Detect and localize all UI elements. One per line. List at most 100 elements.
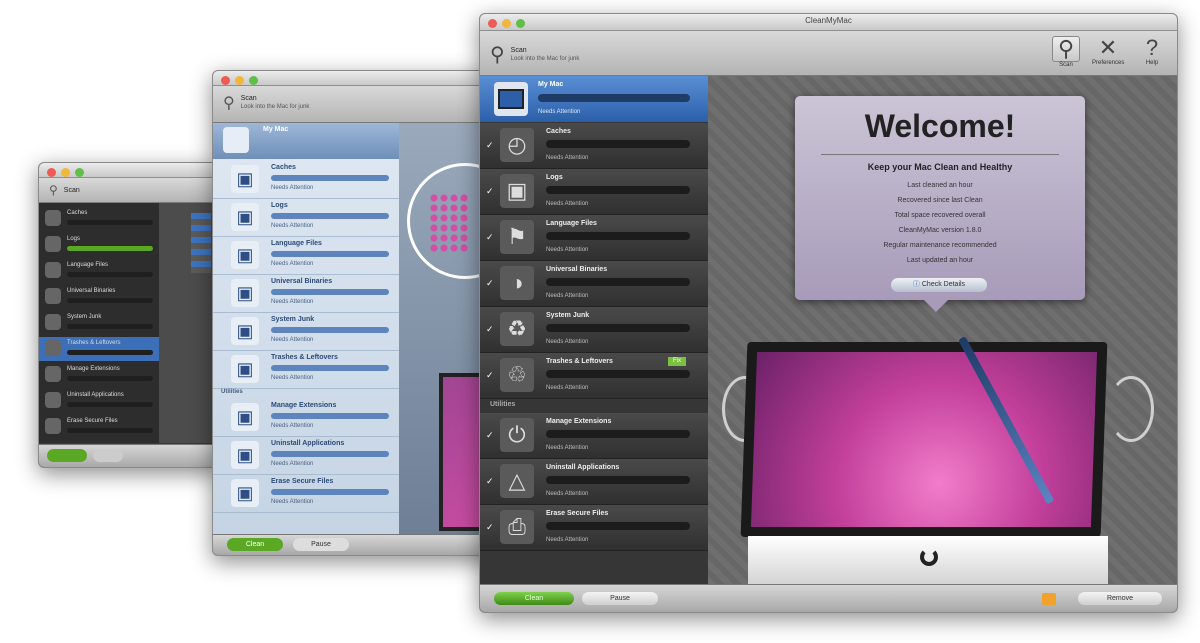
lock-icon[interactable]	[1042, 593, 1056, 605]
close-icon: ✕	[1098, 35, 1118, 60]
welcome-status-line: Last cleaned an hour	[907, 182, 973, 189]
sidebar-item-caches[interactable]: ✓ ◴ Caches Needs Attention	[480, 123, 708, 169]
welcome-status-line: Total space recovered overall	[894, 212, 986, 219]
sidebar-item-manage-extensions[interactable]: ✓ ⏻ Manage Extensions Needs Attention	[480, 413, 708, 459]
progress-bar	[271, 413, 389, 419]
sidebar-item-meta: Needs Attention	[271, 337, 314, 343]
sidebar-item[interactable]: Erase Secure Files	[39, 415, 159, 439]
remove-button[interactable]: Remove	[1078, 592, 1162, 605]
sidebar-item[interactable]: ▣ Language Files Needs Attention	[213, 237, 399, 275]
sidebar-item-meta: Needs Attention	[546, 445, 589, 451]
sidebar-item-uninstall-applications[interactable]: ✓ △ Uninstall Applications Needs Attention	[480, 459, 708, 505]
sidebar-item-system-junk[interactable]: ✓ ♻ System Junk Needs Attention	[480, 307, 708, 353]
sidebar-item-label: Manage Extensions	[546, 418, 612, 425]
sidebar-item-label: Logs	[67, 236, 81, 242]
clean-button[interactable]: Clean	[494, 592, 574, 605]
progress-bar	[67, 246, 153, 251]
checkmark-icon[interactable]: ✓	[486, 523, 495, 532]
pause-button[interactable]: Pause	[582, 592, 658, 605]
checkmark-icon[interactable]: ✓	[486, 141, 495, 150]
item-icon: ▣	[231, 317, 259, 345]
checkmark-icon[interactable]: ✓	[486, 233, 495, 242]
sidebar-item-label: My Mac	[263, 126, 289, 133]
sidebar-item[interactable]: Caches	[39, 207, 159, 231]
sidebar-item[interactable]: Logs	[39, 233, 159, 257]
checkmark-icon[interactable]: ✓	[486, 431, 495, 440]
progress-bar	[67, 350, 153, 355]
checkmark-icon[interactable]: ✓	[486, 325, 495, 334]
item-icon	[45, 314, 61, 330]
progress-bar	[538, 94, 690, 102]
back-pause-button[interactable]	[93, 449, 123, 462]
help-button[interactable]: ? Help	[1136, 36, 1168, 67]
sidebar-item-label: Trashes & Leftovers	[271, 354, 338, 361]
fix-badge[interactable]: Fix	[668, 357, 686, 366]
sidebar-item-my-mac[interactable]: My Mac Needs Attention	[480, 76, 708, 122]
sidebar-item[interactable]: ▣ Caches Needs Attention	[213, 161, 399, 199]
middle-pause-button[interactable]: Pause	[293, 538, 349, 551]
sidebar-item-language-files[interactable]: ✓ ⚑ Language Files Needs Attention	[480, 215, 708, 261]
middle-clean-button[interactable]: Clean	[227, 538, 283, 551]
checkmark-icon[interactable]: ✓	[486, 371, 495, 380]
sidebar-item[interactable]: Universal Binaries	[39, 285, 159, 309]
sidebar-item[interactable]: Trashes & Leftovers	[39, 337, 159, 361]
zoom-window-button[interactable]	[249, 76, 258, 85]
minimize-window-button[interactable]	[61, 168, 70, 177]
sidebar-item-label: Language Files	[67, 262, 109, 268]
sidebar-item[interactable]: ▣ Manage Extensions Needs Attention	[213, 399, 399, 437]
welcome-title: Welcome!	[864, 108, 1016, 144]
item-icon	[45, 392, 61, 408]
close-window-button[interactable]	[221, 76, 230, 85]
magnifier-icon[interactable]: ⚲	[223, 93, 235, 113]
sidebar-item-logs[interactable]: ✓ ▣ Logs Needs Attention	[480, 169, 708, 215]
sidebar-item[interactable]: Manage Extensions	[39, 363, 159, 387]
progress-bar	[67, 220, 153, 225]
sidebar-item-label: My Mac	[538, 81, 564, 88]
back-footer	[39, 444, 221, 467]
sidebar-item-erase-secure-files[interactable]: ✓ ⎙ Erase Secure Files Needs Attention	[480, 505, 708, 551]
progress-bar	[271, 327, 389, 333]
progress-bar	[67, 298, 153, 303]
apple-logo-icon	[920, 548, 938, 566]
sidebar-item-label: System Junk	[546, 312, 590, 319]
progress-bar	[271, 365, 389, 371]
sidebar-item[interactable]: ▣ Universal Binaries Needs Attention	[213, 275, 399, 313]
sidebar-item-meta: Needs Attention	[546, 339, 589, 345]
sidebar-item[interactable]: Uninstall Applications	[39, 389, 159, 413]
sidebar-item[interactable]: ▣ Logs Needs Attention	[213, 199, 399, 237]
sidebar-item-meta: Needs Attention	[271, 261, 314, 267]
sidebar-item[interactable]: System Junk	[39, 311, 159, 335]
zoom-window-button[interactable]	[75, 168, 84, 177]
item-icon: ▣	[231, 203, 259, 231]
magnifier-icon[interactable]: ⚲	[49, 183, 58, 197]
scan-button[interactable]: ⚲ Scan	[1050, 36, 1082, 68]
sidebar-item-meta: Needs Attention	[546, 385, 589, 391]
minimize-window-button[interactable]	[235, 76, 244, 85]
checkmark-icon[interactable]: ✓	[486, 279, 495, 288]
check-details-button[interactable]: ⓘ Check Details	[891, 278, 987, 292]
sidebar-item[interactable]: Language Files	[39, 259, 159, 283]
sidebar-item[interactable]: ▣ System Junk Needs Attention	[213, 313, 399, 351]
back-toolbar: ⚲ Scan	[39, 178, 221, 203]
sidebar-item[interactable]: ▣ Trashes & Leftovers Needs Attention	[213, 351, 399, 389]
sidebar-item-label: Caches	[67, 210, 88, 216]
magnifier-icon[interactable]: ⚲	[490, 42, 505, 67]
close-window-button[interactable]	[47, 168, 56, 177]
check-details-label: Check Details	[921, 281, 966, 288]
preferences-button[interactable]: ✕ Preferences	[1092, 35, 1124, 67]
item-icon	[45, 418, 61, 434]
sidebar-item[interactable]: ▣ Uninstall Applications Needs Attention	[213, 437, 399, 475]
checkmark-icon[interactable]: ✓	[486, 187, 495, 196]
sidebar-item-label: System Junk	[67, 314, 102, 320]
sidebar-item-trashes-leftovers[interactable]: ✓ ♲ Trashes & Leftovers Needs Attention Fix	[480, 353, 708, 399]
checkmark-icon[interactable]: ✓	[486, 477, 495, 486]
sidebar-item[interactable]: ▣ Erase Secure Files Needs Attention	[213, 475, 399, 513]
sidebar-item-label: Universal Binaries	[67, 288, 116, 294]
sidebar-item-my-mac[interactable]: My Mac	[213, 123, 399, 159]
welcome-status-line: CleanMyMac version 1.8.0	[898, 227, 982, 234]
sidebar-item-universal-binaries[interactable]: ✓ ◑ Universal Binaries Needs Attention	[480, 261, 708, 307]
middle-footer: Clean Pause	[213, 534, 498, 555]
back-clean-button[interactable]	[47, 449, 87, 462]
sidebar-item-label: Caches	[546, 128, 571, 135]
progress-bar	[271, 175, 389, 181]
